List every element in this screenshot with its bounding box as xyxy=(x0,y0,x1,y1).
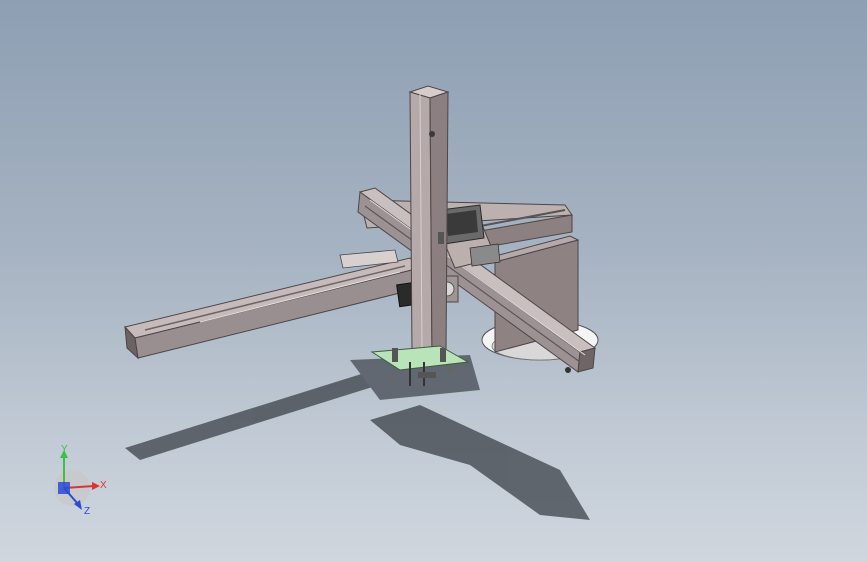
cad-viewport[interactable]: Y X Z xyxy=(0,0,867,562)
z-axis-label: Z xyxy=(84,506,90,517)
x-axis-rail xyxy=(124,249,421,360)
model-shadow xyxy=(125,355,590,520)
y-axis-label: Y xyxy=(61,444,68,455)
orientation-triad[interactable]: Y X Z xyxy=(40,440,120,520)
z-axis-column xyxy=(408,85,450,359)
gantry-robot-model[interactable] xyxy=(0,0,867,562)
x-axis-head-icon xyxy=(92,482,100,490)
x-axis-label: X xyxy=(100,480,107,491)
triad-origin-icon xyxy=(58,482,70,494)
